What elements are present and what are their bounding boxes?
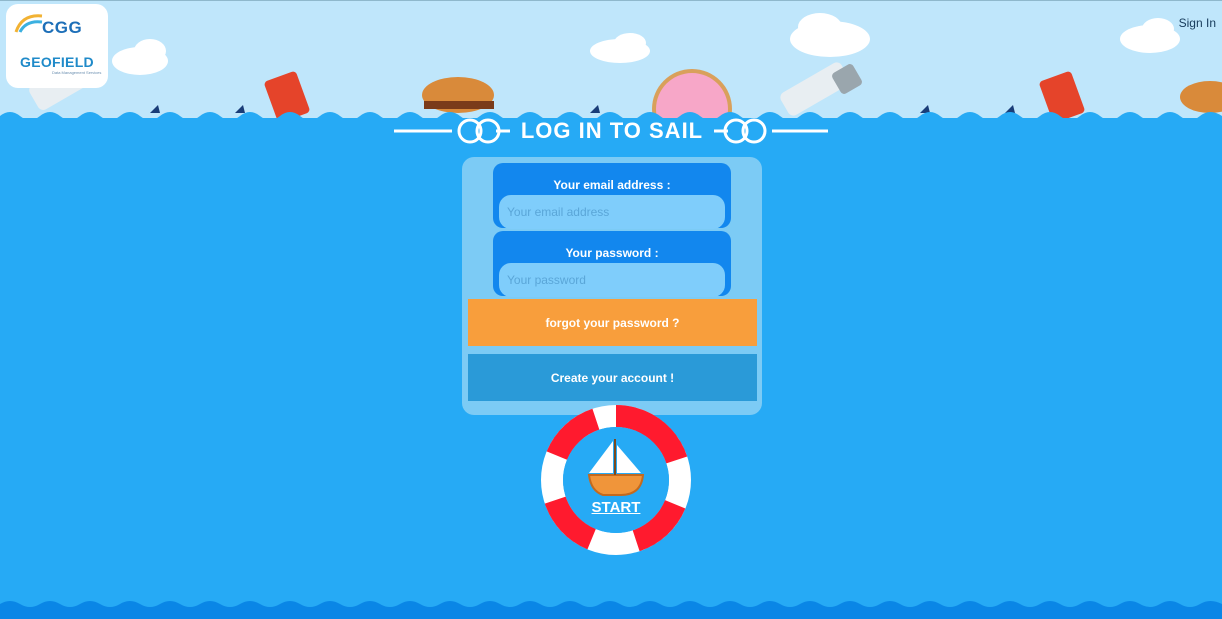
sign-in-link[interactable]: Sign In [1179, 16, 1216, 30]
lifebuoy-icon [541, 405, 691, 555]
cloud-icon [112, 13, 1180, 75]
forgot-password-button[interactable]: forgot your password ? [468, 299, 757, 346]
bottom-waves [0, 601, 1222, 619]
cgg-logo-icon [14, 14, 43, 33]
logo-card[interactable]: CGG GEOFIELD Data Management Services [6, 4, 108, 88]
page-title-banner: LOG IN TO SAIL [392, 116, 832, 148]
email-field-group: Your email address : [493, 163, 731, 229]
password-input[interactable] [499, 263, 725, 297]
logo-product: GEOFIELD [20, 54, 94, 70]
start-button[interactable]: START [541, 405, 691, 555]
email-label: Your email address : [553, 178, 671, 192]
logo-brand: CGG [42, 18, 83, 37]
login-panel: Your email address : Your password : for… [462, 157, 762, 415]
password-field-group: Your password : [493, 231, 731, 297]
create-account-button[interactable]: Create your account ! [468, 354, 757, 401]
start-label: START [591, 499, 641, 516]
logo-tagline: Data Management Services [52, 70, 102, 75]
page-title: LOG IN TO SAIL [520, 118, 704, 143]
password-label: Your password : [565, 246, 659, 260]
email-input[interactable] [499, 195, 725, 229]
